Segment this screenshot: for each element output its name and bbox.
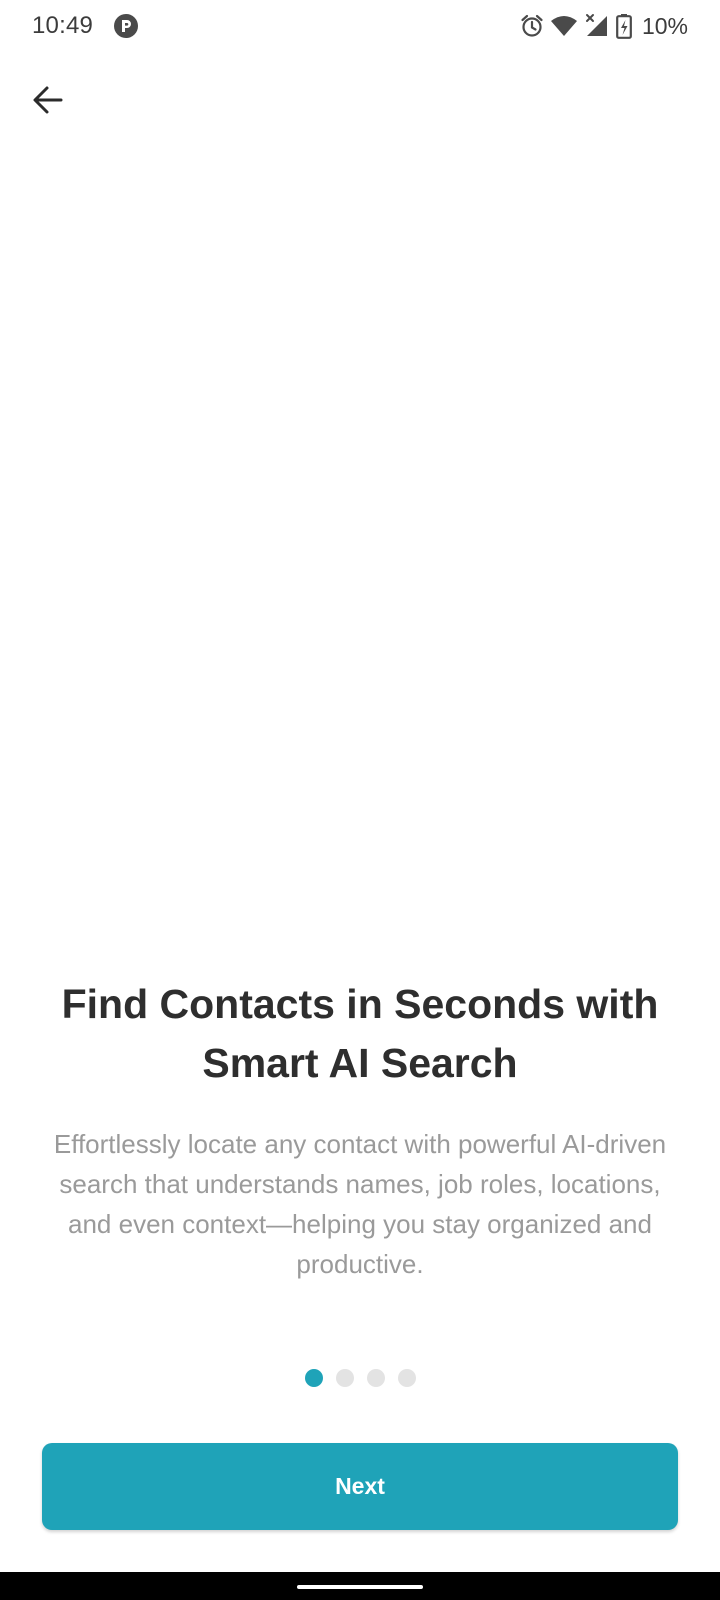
wifi-icon [550,16,577,36]
cell-signal-icon [585,14,607,36]
onboarding-illustration [0,140,720,940]
onboarding-description: Effortlessly locate any contact with pow… [53,1129,667,1279]
page-dot-4[interactable] [397,1369,416,1387]
status-icons: 10% [518,12,688,40]
battery-percent: 10% [641,12,688,39]
alarm-icon [521,14,543,37]
arrow-left-icon [33,86,63,114]
onboarding-title: Find Contacts in Seconds with Smart AI S… [61,981,659,1086]
page-indicator [0,1368,720,1388]
status-bar: 10:49 10% [0,0,720,52]
page-dot-2[interactable] [335,1369,354,1387]
page-dot-1[interactable] [304,1369,323,1387]
next-button[interactable]: Next [42,1443,678,1530]
status-time: 10:49 [32,12,94,39]
page-dot-3[interactable] [366,1369,385,1387]
home-indicator[interactable] [297,1585,423,1589]
app-notification-icon [114,14,138,38]
back-button[interactable] [24,76,72,124]
system-nav-bar [0,1572,720,1600]
battery-charging-icon [616,14,632,39]
